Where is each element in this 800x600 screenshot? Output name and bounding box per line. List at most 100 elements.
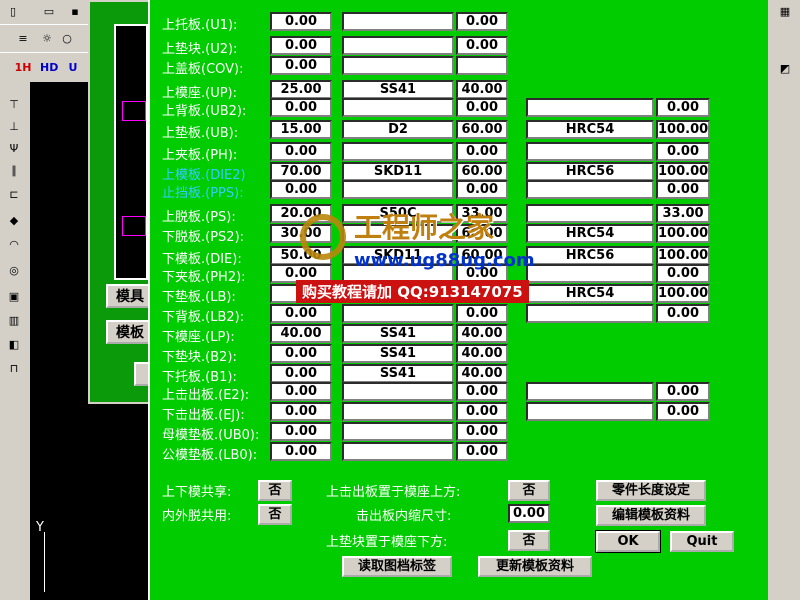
hardness-value-field[interactable]: 60.00: [456, 120, 508, 139]
update-plate-button[interactable]: 更新模板资料: [478, 556, 592, 577]
tool-icon-9[interactable]: ▣: [5, 288, 23, 306]
sun-icon[interactable]: ○: [58, 30, 76, 48]
length-field[interactable]: 0.00: [656, 382, 710, 401]
thickness-field[interactable]: 0.00: [270, 12, 332, 31]
material-field[interactable]: SS41: [342, 364, 454, 383]
length-field[interactable]: 100.00: [656, 284, 710, 303]
heat-treatment-field[interactable]: [526, 402, 654, 421]
material-field[interactable]: [342, 304, 454, 323]
material-field[interactable]: SS41: [342, 324, 454, 343]
length-field[interactable]: 100.00: [656, 246, 710, 265]
tool-icon-7[interactable]: ◠: [5, 236, 23, 254]
tool-icon-6[interactable]: ◆: [5, 212, 23, 230]
tool-icon-8[interactable]: ◎: [5, 262, 23, 280]
tool-icon-12[interactable]: ⊓: [5, 360, 23, 378]
toolbar-item-hd[interactable]: HD: [40, 59, 58, 77]
shared-mold-toggle[interactable]: 否: [258, 480, 292, 501]
heat-treatment-field[interactable]: [526, 382, 654, 401]
edit-plate-button[interactable]: 编辑模板资料: [596, 505, 706, 526]
material-field[interactable]: [342, 36, 454, 55]
thickness-field[interactable]: 0.00: [270, 364, 332, 383]
hardness-value-field[interactable]: 0.00: [456, 304, 508, 323]
thickness-field[interactable]: 0.00: [270, 56, 332, 75]
thickness-field[interactable]: 0.00: [270, 180, 332, 199]
heat-treatment-field[interactable]: HRC56: [526, 162, 654, 181]
tool-icon-5[interactable]: ⊏: [5, 186, 23, 204]
hardness-value-field[interactable]: 40.00: [456, 80, 508, 99]
thickness-field[interactable]: 0.00: [270, 402, 332, 421]
read-title-block-button[interactable]: 读取图档标签: [342, 556, 452, 577]
thickness-field[interactable]: 0.00: [270, 344, 332, 363]
material-field[interactable]: [342, 180, 454, 199]
thickness-field[interactable]: 0.00: [270, 98, 332, 117]
heat-treatment-field[interactable]: HRC54: [526, 120, 654, 139]
tool-icon-10[interactable]: ▥: [5, 312, 23, 330]
length-field[interactable]: 100.00: [656, 224, 710, 243]
part-length-button[interactable]: 零件长度设定: [596, 480, 706, 501]
heat-treatment-field[interactable]: HRC56: [526, 246, 654, 265]
hardness-value-field[interactable]: 0.00: [456, 142, 508, 161]
length-field[interactable]: 33.00: [656, 204, 710, 223]
thickness-field[interactable]: 0.00: [270, 422, 332, 441]
material-field[interactable]: [342, 402, 454, 421]
hardness-value-field[interactable]: 0.00: [456, 98, 508, 117]
hardness-value-field[interactable]: [456, 56, 508, 75]
hardness-value-field[interactable]: 40.00: [456, 324, 508, 343]
hardness-value-field[interactable]: 0.00: [456, 36, 508, 55]
length-field[interactable]: 0.00: [656, 180, 710, 199]
save-icon[interactable]: ▪: [66, 3, 84, 21]
tool-icon-2[interactable]: ⊥: [5, 118, 23, 136]
hardness-value-field[interactable]: 0.00: [456, 382, 508, 401]
ok-button[interactable]: OK: [595, 530, 661, 553]
material-field[interactable]: [342, 422, 454, 441]
length-field[interactable]: 0.00: [656, 142, 710, 161]
new-file-icon[interactable]: ▯: [4, 3, 22, 21]
bulb-icon[interactable]: ☼: [38, 30, 56, 48]
length-field[interactable]: 100.00: [656, 162, 710, 181]
tool-icon-11[interactable]: ◧: [5, 336, 23, 354]
upper-eject-toggle[interactable]: 否: [508, 480, 550, 501]
heat-treatment-field[interactable]: HRC54: [526, 284, 654, 303]
quit-button[interactable]: Quit: [670, 531, 734, 552]
hardness-value-field[interactable]: 40.00: [456, 364, 508, 383]
material-field[interactable]: [342, 56, 454, 75]
upper-pad-toggle[interactable]: 否: [508, 530, 550, 551]
heat-treatment-field[interactable]: [526, 142, 654, 161]
length-field[interactable]: 100.00: [656, 120, 710, 139]
background-button-1[interactable]: 模具: [106, 284, 154, 308]
length-field[interactable]: 0.00: [656, 98, 710, 117]
heat-treatment-field[interactable]: [526, 204, 654, 223]
material-field[interactable]: [342, 12, 454, 31]
eject-shrink-field[interactable]: 0.00: [508, 504, 550, 523]
layers-icon[interactable]: ≡: [14, 30, 32, 48]
hardness-value-field[interactable]: 0.00: [456, 442, 508, 461]
heat-treatment-field[interactable]: HRC54: [526, 224, 654, 243]
hardness-value-field[interactable]: 0.00: [456, 402, 508, 421]
background-button-2[interactable]: 模板: [106, 320, 154, 344]
heat-treatment-field[interactable]: [526, 180, 654, 199]
length-field[interactable]: 0.00: [656, 264, 710, 283]
thickness-field[interactable]: 15.00: [270, 120, 332, 139]
length-field[interactable]: 0.00: [656, 402, 710, 421]
thickness-field[interactable]: 70.00: [270, 162, 332, 181]
toolbar-item-1h[interactable]: 1H: [14, 59, 32, 77]
tool-icon-3[interactable]: Ψ: [5, 140, 23, 158]
material-field[interactable]: SS41: [342, 344, 454, 363]
toolbar-item-u[interactable]: U: [64, 59, 82, 77]
tool-icon-4[interactable]: ∥: [5, 162, 23, 180]
material-field[interactable]: SS41: [342, 80, 454, 99]
open-folder-icon[interactable]: ▭: [40, 3, 58, 21]
thickness-field[interactable]: 40.00: [270, 324, 332, 343]
hardness-value-field[interactable]: 40.00: [456, 344, 508, 363]
right-tool-icon-1[interactable]: ▦: [776, 3, 794, 21]
inner-outer-shared-toggle[interactable]: 否: [258, 504, 292, 525]
length-field[interactable]: 0.00: [656, 304, 710, 323]
hardness-value-field[interactable]: 0.00: [456, 180, 508, 199]
thickness-field[interactable]: 0.00: [270, 382, 332, 401]
thickness-field[interactable]: 0.00: [270, 142, 332, 161]
hardness-value-field[interactable]: 60.00: [456, 162, 508, 181]
hardness-value-field[interactable]: 0.00: [456, 12, 508, 31]
heat-treatment-field[interactable]: [526, 264, 654, 283]
right-tool-icon-2[interactable]: ◩: [776, 60, 794, 78]
thickness-field[interactable]: 25.00: [270, 80, 332, 99]
